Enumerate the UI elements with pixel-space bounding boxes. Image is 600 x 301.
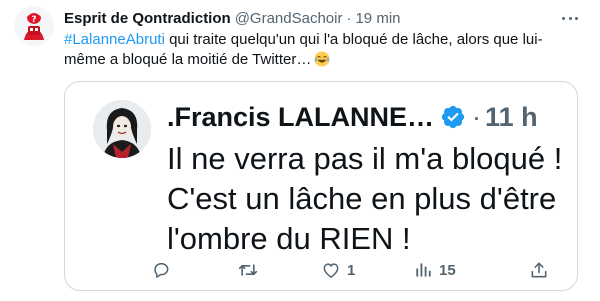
share-icon: [529, 260, 549, 280]
quoted-tweet[interactable]: .Francis LALANNE… · 11 h Il ne verra pas…: [64, 81, 578, 291]
quoted-author-name[interactable]: .Francis LALANNE…: [167, 102, 434, 133]
author-handle[interactable]: @GrandSachoir: [235, 10, 343, 27]
share-button[interactable]: [529, 258, 555, 282]
reply-icon: [151, 260, 171, 280]
quoted-tweet-actions: 1 15: [151, 258, 551, 282]
laughing-emoji-icon: [314, 51, 330, 73]
tweet-timestamp[interactable]: 19 min: [355, 10, 400, 27]
separator-dot: ·: [346, 9, 352, 27]
quoted-tweet-header: .Francis LALANNE… · 11 h: [167, 100, 538, 134]
quoted-tweet-timestamp[interactable]: 11 h: [485, 102, 538, 133]
views-chart-icon: [413, 260, 433, 280]
quoted-tweet-text: Il ne verra pas il m'a bloqué ! C'est un…: [167, 141, 563, 256]
retweet-button[interactable]: [237, 258, 265, 282]
views-button[interactable]: 15: [413, 258, 456, 282]
author-avatar[interactable]: ?: [14, 6, 54, 46]
author-name[interactable]: Esprit de Qontradiction: [64, 10, 231, 27]
svg-text:?: ?: [31, 15, 36, 25]
separator-dot: ·: [472, 101, 482, 132]
views-count: 15: [439, 261, 456, 279]
like-count: 1: [347, 261, 356, 279]
verified-badge-icon: [440, 104, 466, 130]
hashtag-link[interactable]: #LalanneAbruti: [64, 31, 165, 48]
more-options-icon[interactable]: [560, 9, 580, 27]
quoted-author-avatar[interactable]: [93, 100, 151, 158]
heart-icon: [321, 260, 341, 280]
reply-button[interactable]: [151, 258, 177, 282]
like-button[interactable]: 1: [321, 258, 355, 282]
retweet-icon: [237, 260, 259, 280]
tweet-header: Esprit de Qontradiction @GrandSachoir · …: [64, 8, 560, 28]
tweet[interactable]: ? Esprit de Qontradiction @GrandSachoir …: [0, 0, 600, 301]
tweet-text: #LalanneAbruti qui traite quelqu'un qui …: [64, 30, 564, 73]
